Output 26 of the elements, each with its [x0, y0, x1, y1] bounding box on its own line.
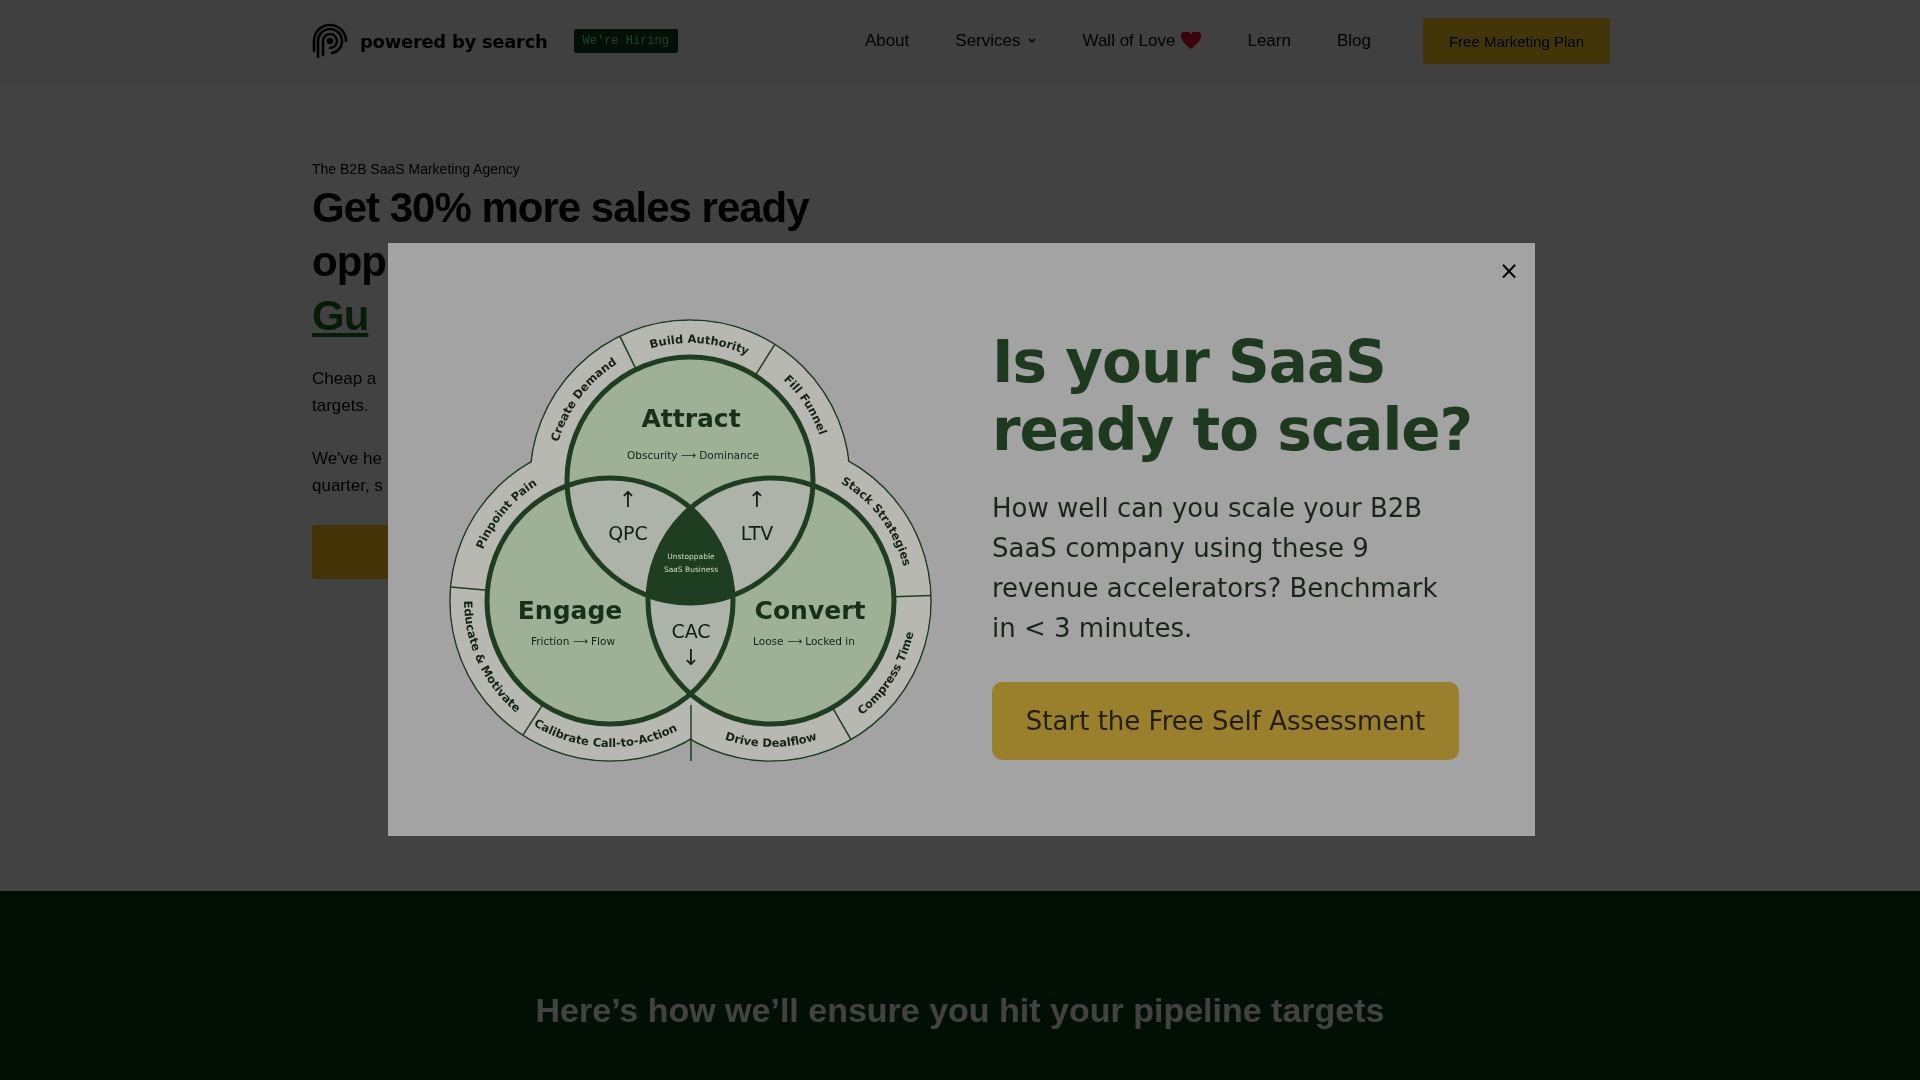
- arrow-glyph: ↓: [681, 645, 701, 670]
- self-assessment-button[interactable]: Start the Free Self Assessment: [992, 682, 1459, 760]
- tagline: The B2B SaaS Marketing Agency: [312, 161, 521, 177]
- overlap-label: QPC: [608, 522, 648, 544]
- circle-subtitle: Loose ⟶ Locked in: [753, 635, 855, 647]
- arrow-glyph: ↑: [618, 487, 638, 512]
- modal-text: How well can you scale your B2B SaaS company using these 9 revenue accelerators? Benchmark in < 3 minutes.: [992, 492, 1439, 645]
- close-button[interactable]: ×: [1492, 255, 1525, 287]
- overlap-label: LTV: [740, 522, 774, 544]
- circle-subtitle: Friction ⟶ Flow: [530, 635, 616, 647]
- circle-title: Convert: [754, 596, 866, 625]
- headline-text: Get 30% more sales ready: [312, 183, 809, 233]
- circle-subtitle: Obscurity ⟶ Dominance: [627, 449, 759, 461]
- headline-text: opp: [312, 237, 386, 287]
- nav-link[interactable]: Blog: [1336, 31, 1371, 51]
- section-heading: Here’s how we’ll ensure you hit your pipeline targets: [534, 990, 1386, 1030]
- circle-title: Attract: [641, 404, 741, 433]
- overlap-label: CAC: [671, 620, 711, 642]
- brand-name[interactable]: powered by search: [360, 30, 548, 52]
- hero-paragraph: We've he quarter, s: [312, 448, 383, 497]
- ring-label: Drive Dealflow: [723, 728, 819, 751]
- arrow-glyph: ↑: [747, 487, 767, 512]
- headline-text: Gu: [312, 291, 369, 341]
- hero-paragraph: Cheap a targets.: [312, 368, 377, 417]
- modal-heading: Is your SaaS ready to scale?: [992, 328, 1474, 464]
- circle-title: Engage: [517, 596, 623, 625]
